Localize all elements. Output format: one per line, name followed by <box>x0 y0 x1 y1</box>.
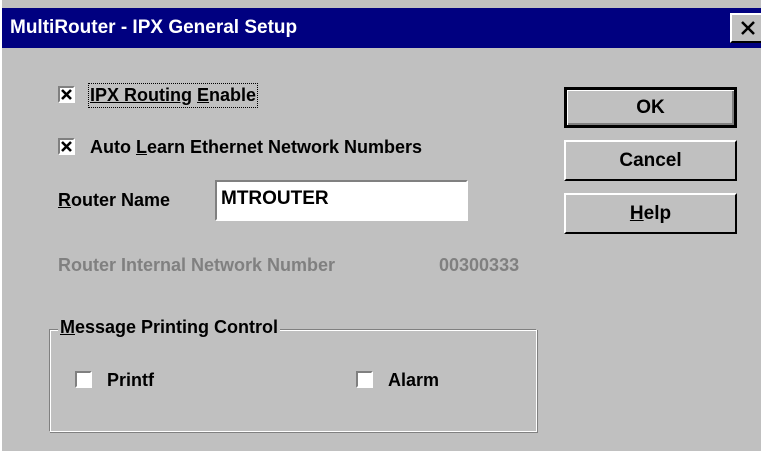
router-name-input[interactable]: MTROUTER <box>215 180 468 221</box>
cancel-button[interactable]: Cancel <box>564 140 737 181</box>
close-x-icon <box>741 21 755 35</box>
auto-learn-checkbox[interactable] <box>58 138 75 155</box>
close-button[interactable] <box>730 13 761 43</box>
message-mnemonic: M <box>60 317 75 337</box>
alarm-label[interactable]: Alarm <box>388 370 439 391</box>
window-title: MultiRouter - IPX General Setup <box>10 17 298 38</box>
auto-learn-label[interactable]: Auto Learn Ethernet Network Numbers <box>90 137 422 158</box>
checkbox-x-icon <box>61 89 72 100</box>
internal-network-number-value: 00300333 <box>439 255 520 275</box>
help-button[interactable]: Help <box>564 193 737 234</box>
checkbox-x-icon <box>61 141 72 152</box>
printf-label[interactable]: Printf <box>107 370 154 391</box>
ipx-routing-enable-checkbox[interactable] <box>58 86 75 103</box>
router-name-label: Router Name <box>58 190 171 210</box>
alarm-checkbox[interactable] <box>356 371 373 388</box>
enable-mnemonic: E <box>197 85 210 105</box>
printf-checkbox[interactable] <box>75 371 92 388</box>
ipx-general-setup-dialog: MultiRouter - IPX General Setup IPX Rout… <box>0 0 761 451</box>
ok-button[interactable]: OK <box>564 87 737 128</box>
ipx-routing-text: IPX Routing <box>90 85 192 105</box>
learn-mnemonic: L <box>135 137 147 157</box>
help-mnemonic: H <box>629 203 644 224</box>
ipx-routing-enable-label[interactable]: IPX Routing Enable <box>87 83 259 108</box>
message-printing-group-label: Message Printing Control <box>58 317 281 338</box>
title-bar[interactable]: MultiRouter - IPX General Setup <box>2 8 761 48</box>
router-mnemonic: R <box>58 190 71 210</box>
internal-network-number-label: Router Internal Network Number <box>58 255 336 275</box>
